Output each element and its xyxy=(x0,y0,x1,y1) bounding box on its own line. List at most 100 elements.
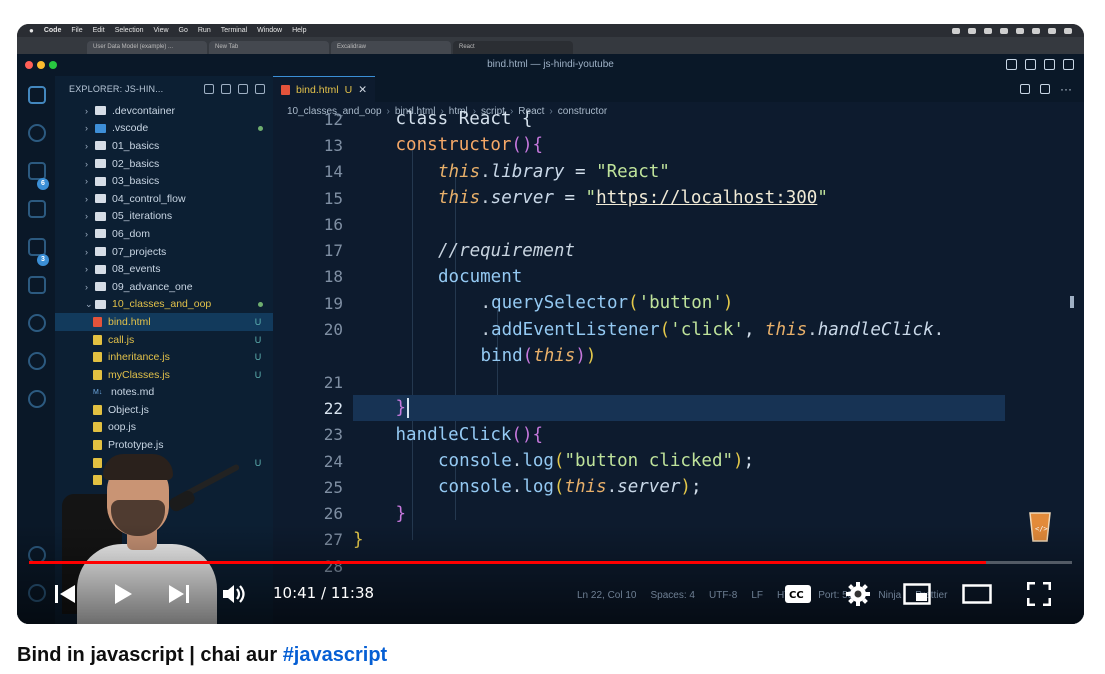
code-line: 13 constructor(){ xyxy=(273,132,1053,158)
previous-button[interactable] xyxy=(49,578,81,610)
hashtag-link[interactable]: #javascript xyxy=(283,644,388,666)
tree-label: myClasses.js xyxy=(108,368,170,381)
fullscreen-icon xyxy=(1027,582,1051,606)
player-controls: 10:41 / 11:38 CC xyxy=(17,574,1084,614)
compare-icon[interactable] xyxy=(1020,84,1030,94)
collapse-icon[interactable] xyxy=(255,84,265,94)
code-line: 24 console.log("button clicked"); xyxy=(273,448,1053,474)
status-icon xyxy=(1032,27,1040,34)
file-icon xyxy=(93,352,102,363)
settings-button[interactable] xyxy=(843,578,873,610)
next-button[interactable] xyxy=(163,578,195,610)
status-icon xyxy=(952,27,960,34)
menubar-item[interactable]: Edit xyxy=(93,27,105,34)
chevron-icon: › xyxy=(85,246,88,257)
browser-tab[interactable]: User Data Model (example) ... xyxy=(87,41,207,54)
github-icon xyxy=(28,352,46,370)
tree-folder[interactable]: › .devcontainer xyxy=(55,102,273,120)
tree-folder[interactable]: › 02_basics xyxy=(55,155,273,173)
status-icon xyxy=(968,27,976,34)
line-number: 23 xyxy=(323,425,343,445)
line-number: 21 xyxy=(323,372,343,392)
tree-folder[interactable]: › 08_events xyxy=(55,260,273,278)
fullscreen-button[interactable] xyxy=(1023,578,1055,610)
browser-tab[interactable]: React xyxy=(453,41,573,54)
tree-folder[interactable]: › 01_basics xyxy=(55,137,273,155)
menubar-item[interactable]: Go xyxy=(179,27,188,34)
text-caret xyxy=(406,398,409,419)
tree-folder[interactable]: › 09_advance_one xyxy=(55,278,273,296)
menubar-item[interactable]: Terminal xyxy=(221,27,247,34)
code-text: this.library = "React" xyxy=(438,161,670,182)
chevron-icon: › xyxy=(85,105,88,116)
video-title-text: Bind in javascript | chai aur xyxy=(17,644,283,666)
menubar-item[interactable]: File xyxy=(71,27,82,34)
tree-label: 04_control_flow xyxy=(112,192,186,205)
scrollbar-marker[interactable] xyxy=(1070,296,1074,308)
tree-file[interactable]: myClasses.js U xyxy=(55,366,273,384)
video-title[interactable]: Bind in javascript | chai aur #javascrip… xyxy=(17,644,387,667)
tree-file[interactable]: M↓ notes.md xyxy=(55,384,273,402)
play-button[interactable] xyxy=(107,578,139,610)
video-player[interactable]: ● Code File Edit Selection View Go Run Terminal… xyxy=(17,24,1084,624)
apple-icon: ● xyxy=(29,26,34,35)
file-icon: M↓ xyxy=(93,388,103,396)
tree-label: 03_basics xyxy=(112,175,160,188)
new-file-icon[interactable] xyxy=(204,84,214,94)
more-actions-icon[interactable]: ··· xyxy=(1060,82,1072,96)
tree-file[interactable]: inheritance.js U xyxy=(55,348,273,366)
menubar-item[interactable]: Code xyxy=(44,27,62,34)
chevron-icon: › xyxy=(85,211,88,222)
folder-icon xyxy=(95,299,106,309)
captions-button[interactable]: CC xyxy=(783,578,813,610)
menubar-item[interactable]: Window xyxy=(257,27,282,34)
tab-bind-html[interactable]: bind.html U ✕ xyxy=(273,76,376,102)
tree-file[interactable]: bind.html U xyxy=(55,313,273,331)
code-text: bind(this)) xyxy=(480,345,597,366)
progress-played xyxy=(29,561,987,564)
skip-next-icon xyxy=(169,585,189,603)
code-text: document xyxy=(438,266,523,287)
code-line: 18 document xyxy=(273,264,1053,290)
explorer-header: EXPLORER: JS-HIN... xyxy=(55,76,273,102)
tree-file[interactable]: Prototype.js xyxy=(55,436,273,454)
menubar-item[interactable]: View xyxy=(153,27,168,34)
tree-folder[interactable]: › 05_iterations xyxy=(55,208,273,226)
run-debug-icon xyxy=(28,200,46,218)
tree-label: Object.js xyxy=(108,403,149,416)
tab-status: U xyxy=(344,83,353,96)
tree-label: oop.js xyxy=(108,421,137,434)
close-tab-icon[interactable]: ✕ xyxy=(358,84,367,96)
theater-mode-button[interactable] xyxy=(961,578,993,610)
layout-icons xyxy=(1006,59,1074,70)
menubar-item[interactable]: Help xyxy=(292,27,306,34)
file-tree: › .devcontainer › .vscode › 01_basics › 02_basi… xyxy=(55,102,273,489)
browser-tab[interactable]: New Tab xyxy=(209,41,329,54)
tree-folder[interactable]: › 07_projects xyxy=(55,243,273,261)
tree-folder[interactable]: › .vscode xyxy=(55,120,273,138)
tree-folder[interactable]: › 03_basics xyxy=(55,172,273,190)
volume-icon xyxy=(223,585,245,603)
browser-tab[interactable]: Excalidraw xyxy=(331,41,451,54)
tree-folder[interactable]: › 04_control_flow xyxy=(55,190,273,208)
tree-folder[interactable]: ⌄ 10_classes_and_oop xyxy=(55,296,273,314)
status-icon xyxy=(1048,27,1056,34)
menubar-item[interactable]: Selection xyxy=(115,27,144,34)
tree-label: .devcontainer xyxy=(112,104,176,117)
file-icon xyxy=(93,334,102,345)
split-editor-icon[interactable] xyxy=(1040,84,1050,94)
modified-dot xyxy=(258,301,263,307)
tree-file[interactable]: Object.js xyxy=(55,401,273,419)
tree-file[interactable]: call.js U xyxy=(55,331,273,349)
tree-folder[interactable]: › 06_dom xyxy=(55,225,273,243)
volume-button[interactable] xyxy=(219,578,251,610)
miniplayer-button[interactable] xyxy=(901,578,933,610)
folder-icon xyxy=(95,106,106,116)
modified-dot xyxy=(258,125,263,131)
code-line: 25 console.log(this.server); xyxy=(273,474,1053,500)
new-folder-icon[interactable] xyxy=(221,84,231,94)
refresh-icon[interactable] xyxy=(238,84,248,94)
progress-bar[interactable] xyxy=(29,561,1072,564)
tree-file[interactable]: oop.js xyxy=(55,419,273,437)
menubar-item[interactable]: Run xyxy=(198,27,211,34)
